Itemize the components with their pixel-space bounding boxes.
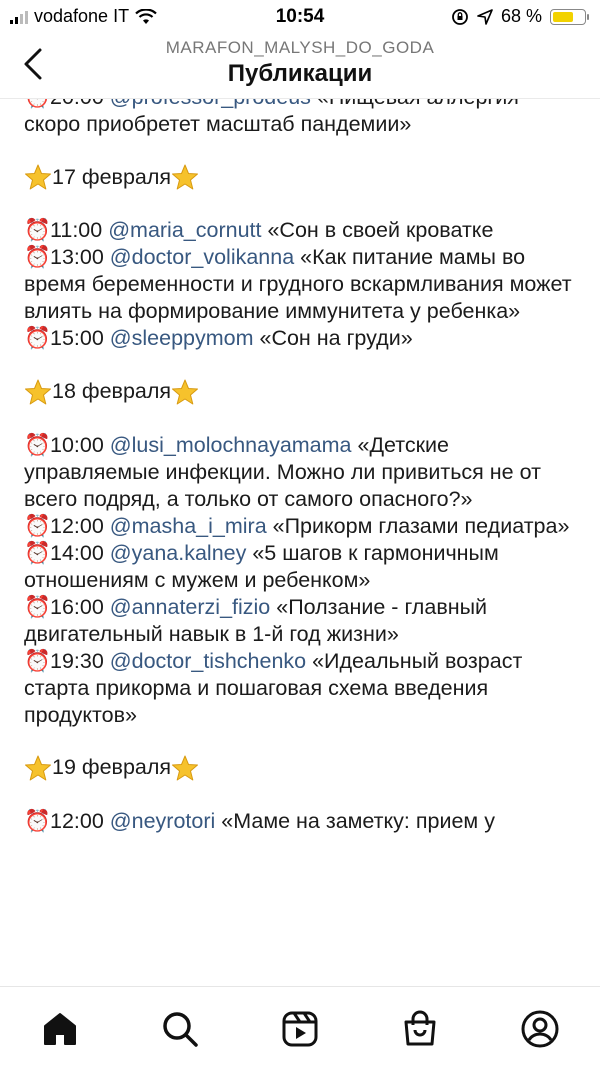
entry-time: 16:00 (50, 594, 104, 619)
reels-icon (282, 1011, 318, 1047)
mention-link[interactable]: @annaterzi_fizio (110, 595, 270, 619)
schedule-entry: ⏰14:00 @yana.kalney «5 шагов к гармоничн… (24, 540, 580, 594)
entry-time: 13:00 (50, 245, 104, 270)
entry-title: «Сон на груди» (253, 326, 413, 351)
alarm-clock-icon: ⏰ (24, 513, 51, 538)
entry-time: 19:30 (50, 648, 104, 673)
schedule-entry: ⏰11:00 @maria_cornutt «Сон в своей крова… (24, 217, 580, 244)
shop-tab[interactable] (400, 1009, 440, 1049)
mention-link[interactable]: @lusi_molochnayamama (110, 433, 352, 457)
mention-link[interactable]: @sleeppymom (110, 326, 254, 350)
mention-link[interactable]: @neyrotori (110, 809, 215, 833)
profile-tab[interactable] (520, 1009, 560, 1049)
profile-icon (521, 1010, 559, 1048)
post-caption: ⏰20:00 @professor_prodeus «Пищевая аллер… (0, 98, 600, 986)
schedule-entry: ⏰19:30 @doctor_tishchenko «Идеальный воз… (24, 648, 580, 729)
battery-percent: 68 % (500, 6, 542, 26)
caption-text: ⏰20:00 @professor_prodeus «Пищевая аллер… (24, 98, 580, 835)
status-right: 68 % (451, 6, 589, 27)
header: MARAFON_MALYSH_DO_GODA Публикации (0, 36, 600, 99)
home-tab[interactable] (40, 1009, 80, 1049)
page-title: Публикации (227, 60, 373, 87)
star-icon (24, 754, 52, 782)
day-heading: 19 февраля (24, 754, 580, 782)
schedule-entry: ⏰20:00 @professor_prodeus «Пищевая аллер… (24, 98, 580, 138)
reels-tab[interactable] (280, 1009, 320, 1049)
entry-title: «Прикорм глазами педиатра» (266, 513, 570, 538)
entry-time: 10:00 (50, 432, 104, 457)
day-heading: 18 февраля (24, 377, 580, 405)
alarm-clock-icon: ⏰ (24, 648, 51, 673)
entry-time: 11:00 (50, 218, 103, 243)
search-icon (163, 1012, 198, 1047)
schedule-entry: ⏰13:00 @doctor_volikanna «Как питание ма… (24, 244, 580, 325)
entry-title: «Маме на заметку: прием у (215, 808, 495, 833)
schedule-entry: ⏰16:00 @annaterzi_fizio «Ползание - глав… (24, 594, 580, 648)
alarm-clock-icon: ⏰ (24, 245, 51, 270)
schedule-entry: ⏰12:00 @masha_i_mira «Прикорм глазами пе… (24, 513, 580, 540)
entry-time: 14:00 (50, 540, 104, 565)
location-icon (477, 8, 493, 25)
alarm-clock-icon: ⏰ (24, 540, 51, 565)
alarm-clock-icon: ⏰ (24, 98, 51, 111)
mention-link[interactable]: @professor_prodeus (110, 98, 311, 109)
day-label: 18 февраля (52, 378, 172, 403)
alarm-clock-icon: ⏰ (24, 594, 51, 619)
schedule-entry: ⏰12:00 @neyrotori «Маме на заметку: прие… (24, 808, 580, 835)
status-bar: vodafone IT 10:54 68 % (0, 0, 600, 36)
mention-link[interactable]: @doctor_volikanna (110, 245, 294, 269)
alarm-clock-icon: ⏰ (24, 808, 51, 833)
search-tab[interactable] (160, 1009, 200, 1049)
home-icon (44, 1013, 76, 1045)
entry-title: «Сон в своей кроватке (261, 218, 494, 243)
rotation-lock-icon (452, 8, 468, 25)
star-icon (24, 163, 52, 191)
mention-link[interactable]: @masha_i_mira (110, 514, 267, 538)
alarm-clock-icon: ⏰ (24, 218, 51, 243)
alarm-clock-icon: ⏰ (24, 432, 51, 457)
day-label: 19 февраля (52, 755, 172, 780)
battery-icon (550, 8, 589, 25)
entry-time: 20:00 (50, 98, 104, 109)
bottom-tab-bar (0, 986, 600, 1067)
mention-link[interactable]: @maria_cornutt (108, 218, 261, 242)
account-username: MARAFON_MALYSH_DO_GODA (165, 38, 435, 57)
star-icon (171, 754, 199, 782)
alarm-clock-icon: ⏰ (24, 326, 51, 351)
mention-link[interactable]: @yana.kalney (110, 541, 247, 565)
entry-time: 15:00 (50, 326, 104, 351)
entry-time: 12:00 (50, 808, 104, 833)
mention-link[interactable]: @doctor_tishchenko (110, 649, 306, 673)
schedule-entry: ⏰15:00 @sleeppymom «Сон на груди» (24, 325, 580, 352)
day-label: 17 февраля (52, 164, 172, 189)
shop-icon (404, 1010, 436, 1046)
star-icon (171, 377, 199, 405)
day-heading: 17 февраля (24, 163, 580, 191)
star-icon (24, 377, 52, 405)
schedule-entry: ⏰10:00 @lusi_molochnayamama «Детские упр… (24, 432, 580, 513)
star-icon (171, 163, 199, 191)
entry-title: «Как питание мамы во время беременности … (24, 245, 572, 324)
entry-time: 12:00 (50, 513, 104, 538)
